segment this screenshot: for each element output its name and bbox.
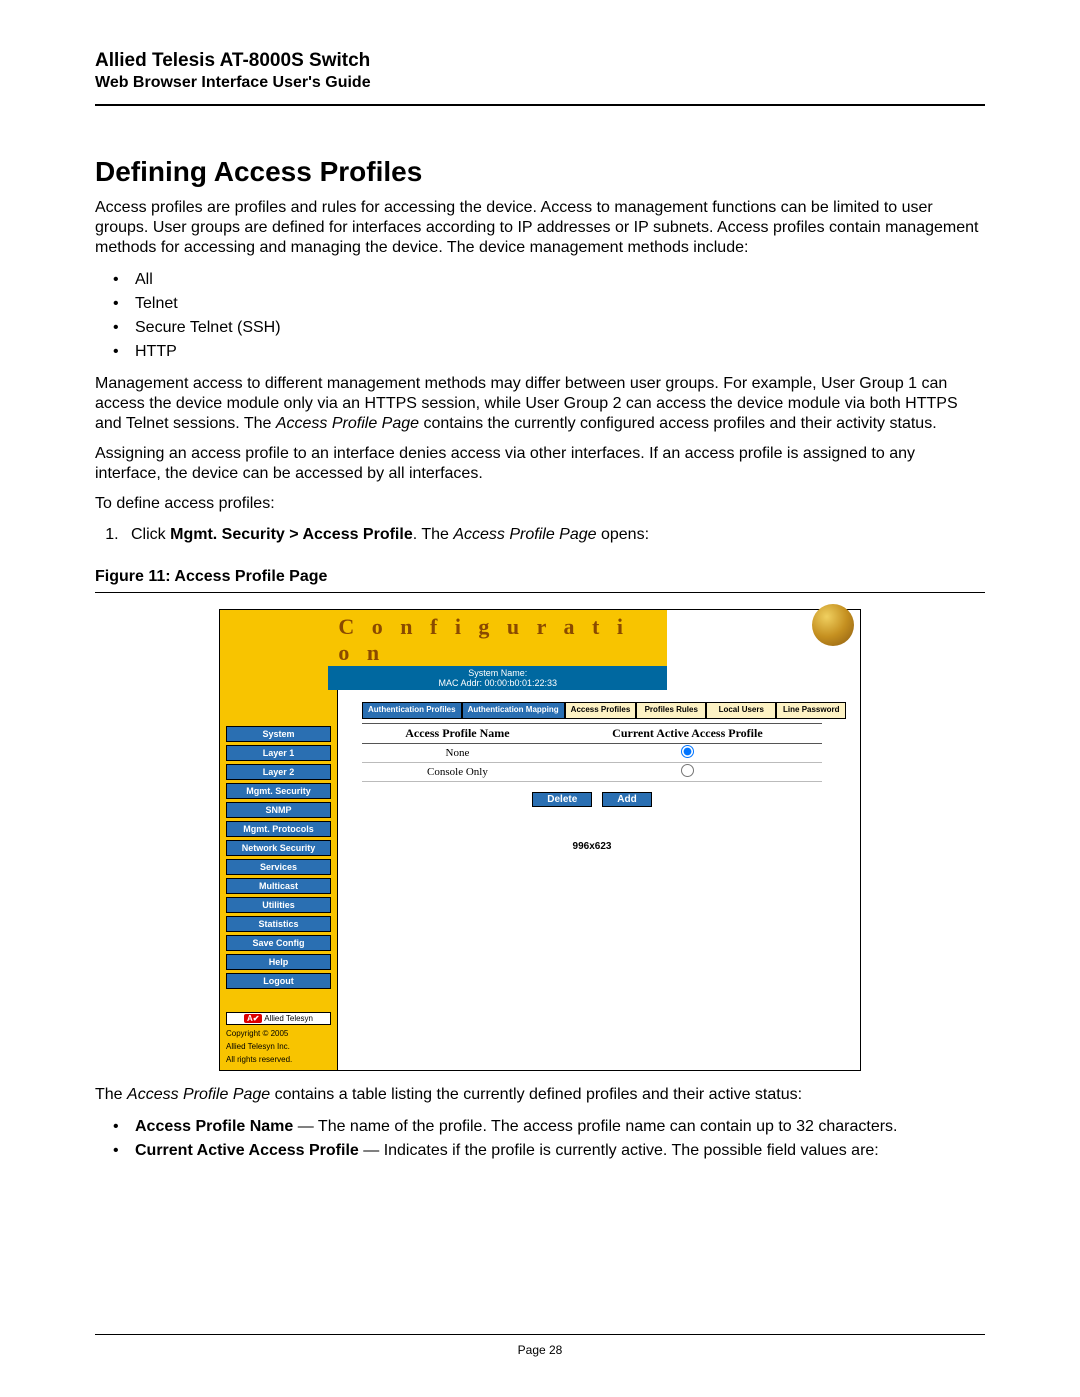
col-active-profile: Current Active Access Profile — [553, 724, 822, 744]
tab-line-password[interactable]: Line Password — [776, 702, 846, 719]
sidebar-item-help[interactable]: Help — [226, 954, 331, 970]
methods-item: Secure Telnet (SSH) — [135, 316, 985, 340]
table-row: Console Only — [362, 763, 822, 782]
tab-bar: Authentication Profiles Authentication M… — [362, 702, 850, 719]
tab-auth-mapping[interactable]: Authentication Mapping — [462, 702, 565, 719]
sidebar-item-layer2[interactable]: Layer 2 — [226, 764, 331, 780]
radio-active-profile[interactable] — [681, 764, 694, 777]
main-panel: Authentication Profiles Authentication M… — [338, 690, 860, 1070]
mac-address: MAC Addr: 00:00:b0:01:22:33 — [328, 678, 667, 688]
profiles-table: Access Profile Name Current Active Acces… — [362, 723, 822, 782]
sidebar-item-system[interactable]: System — [226, 726, 331, 742]
tab-auth-profiles[interactable]: Authentication Profiles — [362, 702, 462, 719]
sidebar-item-snmp[interactable]: SNMP — [226, 802, 331, 818]
doc-subtitle: Web Browser Interface User's Guide — [95, 74, 985, 92]
copyright-line: All rights reserved. — [226, 1055, 331, 1064]
sidebar-item-layer1[interactable]: Layer 1 — [226, 745, 331, 761]
radio-active-profile[interactable] — [681, 745, 694, 758]
sidebar-item-services[interactable]: Services — [226, 859, 331, 875]
col-profile-name: Access Profile Name — [362, 724, 553, 744]
sidebar-item-mgmt-security[interactable]: Mgmt. Security — [226, 783, 331, 799]
globe-logo-icon — [667, 610, 860, 690]
table-row: None — [362, 744, 822, 763]
sidebar-item-statistics[interactable]: Statistics — [226, 916, 331, 932]
cell-profile-name: Console Only — [362, 763, 553, 782]
def-access-profile-name: Access Profile Name — The name of the pr… — [135, 1115, 985, 1139]
methods-item: All — [135, 268, 985, 292]
config-banner: C o n f i g u r a t i o n — [328, 610, 667, 666]
sidebar-item-mgmt-protocols[interactable]: Mgmt. Protocols — [226, 821, 331, 837]
delete-button[interactable]: Delete — [532, 792, 592, 807]
sidebar-item-multicast[interactable]: Multicast — [226, 878, 331, 894]
doc-title: Allied Telesis AT-8000S Switch — [95, 50, 985, 72]
figure-caption: Figure 11: Access Profile Page — [95, 568, 985, 586]
methods-item: Telnet — [135, 292, 985, 316]
methods-item: HTTP — [135, 340, 985, 364]
step-1: Click Mgmt. Security > Access Profile. T… — [123, 524, 985, 546]
copyright-line: Allied Telesyn Inc. — [226, 1042, 331, 1051]
field-definitions: Access Profile Name — The name of the pr… — [95, 1115, 985, 1163]
figure-access-profile-page: C o n f i g u r a t i o n System Name: M… — [219, 609, 861, 1071]
after-figure-paragraph: The Access Profile Page contains a table… — [95, 1085, 985, 1105]
add-button[interactable]: Add — [602, 792, 651, 807]
figure-dimensions: 996x623 — [362, 841, 822, 852]
sidebar-item-utilities[interactable]: Utilities — [226, 897, 331, 913]
steps-list: Click Mgmt. Security > Access Profile. T… — [95, 524, 985, 546]
page-number: Page 28 — [0, 1343, 1080, 1357]
def-current-active: Current Active Access Profile — Indicate… — [135, 1139, 985, 1163]
copyright-line: Copyright © 2005 — [226, 1029, 331, 1038]
system-name-label: System Name: — [328, 668, 667, 678]
sidebar-item-network-security[interactable]: Network Security — [226, 840, 331, 856]
section-heading: Defining Access Profiles — [95, 156, 985, 188]
tab-profiles-rules[interactable]: Profiles Rules — [636, 702, 706, 719]
methods-list: All Telnet Secure Telnet (SSH) HTTP — [95, 268, 985, 364]
paragraph-management-access: Management access to different managemen… — [95, 374, 985, 434]
brand-logo: A✔ Allied Telesyn — [226, 1012, 331, 1025]
sidebar: System Layer 1 Layer 2 Mgmt. Security SN… — [220, 690, 338, 1070]
intro-paragraph: Access profiles are profiles and rules f… — [95, 198, 985, 258]
paragraph-assigning: Assigning an access profile to an interf… — [95, 444, 985, 484]
tab-access-profiles[interactable]: Access Profiles — [565, 702, 637, 719]
paragraph-to-define: To define access profiles: — [95, 494, 985, 514]
tab-local-users[interactable]: Local Users — [706, 702, 776, 719]
sidebar-item-logout[interactable]: Logout — [226, 973, 331, 989]
sidebar-item-save-config[interactable]: Save Config — [226, 935, 331, 951]
cell-profile-name: None — [362, 744, 553, 763]
